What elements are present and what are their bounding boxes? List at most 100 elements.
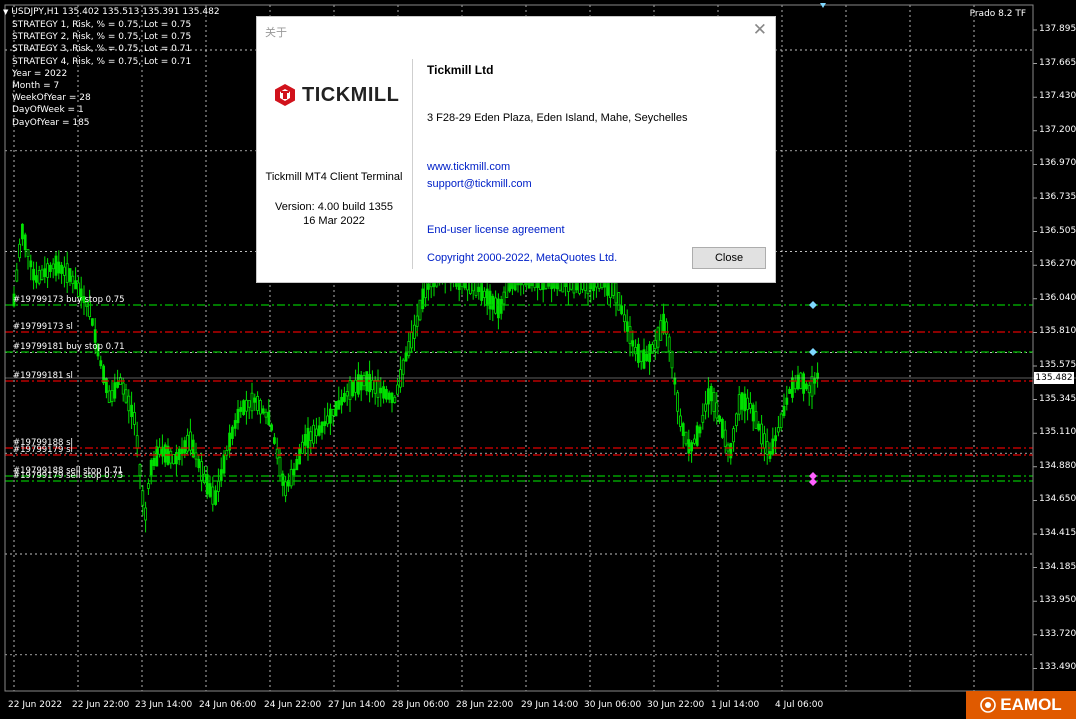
candle-body — [379, 387, 383, 394]
candle-body — [359, 374, 363, 391]
candle-body — [29, 260, 33, 268]
order-label[interactable]: #19799179 sell stop 0.75 — [13, 471, 123, 481]
watermark-text: EAMOL — [1000, 695, 1062, 714]
candle-body — [205, 474, 209, 495]
candle-body — [15, 269, 19, 282]
candle-body — [306, 427, 310, 449]
candle-body — [230, 426, 234, 439]
candle-body — [200, 461, 204, 481]
candle-body — [40, 269, 44, 280]
close-icon[interactable]: ✕ — [753, 20, 767, 40]
candle-body — [659, 320, 663, 341]
price-tick-label: 136.505 — [1039, 225, 1076, 236]
candle-body — [779, 413, 783, 428]
candle-body — [398, 369, 402, 388]
candle-body — [687, 439, 691, 454]
candle-body — [116, 381, 119, 388]
candle-body — [247, 400, 251, 408]
candle-body — [670, 351, 674, 369]
candle-body — [110, 389, 114, 403]
candle-body — [410, 332, 414, 349]
candle-body — [43, 268, 47, 277]
candle-body — [323, 421, 327, 427]
candle-body — [239, 407, 243, 412]
candle-body — [331, 408, 335, 416]
time-tick-label: 23 Jun 14:00 — [135, 700, 193, 710]
candle-body — [743, 393, 747, 412]
price-tick-label: 134.880 — [1039, 460, 1076, 471]
candle-body — [679, 415, 682, 427]
candle-body — [729, 442, 733, 459]
order-label[interactable]: #19799173 sl — [13, 322, 73, 332]
symbol-ohlc: ▼ USDJPY,H1 135.402 135.513 135.391 135.… — [3, 7, 220, 17]
candle-body — [749, 402, 752, 410]
info-line: STRATEGY 1, Risk, % = 0.75, Lot = 0.75 — [12, 20, 192, 30]
candle-body — [127, 395, 131, 412]
candle-body — [135, 435, 139, 449]
website-link[interactable]: www.tickmill.com — [427, 161, 510, 173]
candle-body — [183, 440, 187, 454]
candle-body — [695, 425, 699, 446]
candle-body — [342, 393, 346, 402]
order-label[interactable]: #19799181 buy stop 0.71 — [13, 342, 125, 352]
order-label[interactable]: #19799173 buy stop 0.75 — [13, 295, 125, 305]
info-line: Year = 2022 — [12, 68, 68, 79]
candle-body — [623, 314, 626, 322]
candle-body — [270, 424, 274, 431]
copyright-link[interactable]: Copyright 2000-2022, MetaQuotes Ltd. — [427, 252, 617, 264]
candle-body — [174, 452, 178, 465]
info-line: STRATEGY 4, Risk, % = 0.75, Lot = 0.71 — [12, 56, 192, 67]
candle-body — [46, 263, 49, 278]
candle-body — [757, 423, 761, 431]
candle-body — [49, 264, 52, 272]
candle-body — [390, 392, 394, 404]
candle-body — [648, 344, 651, 363]
info-line: STRATEGY 3, Risk, % = 0.75, Lot = 0.71 — [12, 44, 192, 55]
candle-body — [211, 486, 215, 505]
candle-body — [365, 371, 369, 392]
candle-body — [505, 281, 509, 298]
candle-body — [676, 392, 679, 412]
candle-body — [810, 375, 814, 397]
candle-body — [340, 396, 344, 406]
candle-body — [345, 391, 349, 397]
close-button[interactable]: Close — [692, 247, 766, 269]
candle-body — [186, 434, 190, 452]
candle-body — [376, 379, 380, 398]
order-marker — [809, 478, 817, 486]
candle-body — [735, 413, 738, 427]
candle-body — [298, 448, 302, 465]
candle-body — [261, 408, 265, 414]
candle-body — [480, 282, 484, 301]
support-email-link[interactable]: support@tickmill.com — [427, 178, 532, 190]
candle-body — [704, 403, 707, 412]
candle-body — [785, 397, 789, 405]
order-label[interactable]: #19799179 sl — [13, 445, 73, 455]
price-tick-label: 135.810 — [1039, 326, 1076, 337]
candle-body — [169, 450, 173, 464]
candle-body — [614, 282, 618, 304]
candle-body — [471, 281, 475, 292]
candle-body — [482, 290, 486, 298]
time-tick-label: 28 Jun 06:00 — [392, 700, 450, 710]
candle-body — [354, 379, 358, 393]
candle-body — [20, 223, 24, 240]
candle-body — [351, 380, 355, 397]
candle-body — [690, 442, 693, 452]
candle-body — [348, 380, 352, 400]
candle-body — [415, 315, 419, 327]
candle-body — [693, 438, 696, 444]
candle-body — [57, 261, 61, 274]
candle-body — [93, 329, 97, 343]
candle-body — [102, 365, 105, 384]
candle-body — [60, 264, 63, 274]
candle-body — [326, 415, 330, 425]
candle-body — [71, 275, 75, 285]
candle-body — [300, 441, 304, 454]
candle-body — [488, 290, 492, 310]
eula-link[interactable]: End-user license agreement — [427, 224, 565, 236]
order-label[interactable]: #19799181 sl — [13, 371, 73, 381]
candle-body — [751, 404, 755, 422]
version-text: Version: 4.00 build 1355 — [274, 201, 394, 213]
candle-body — [620, 305, 623, 315]
